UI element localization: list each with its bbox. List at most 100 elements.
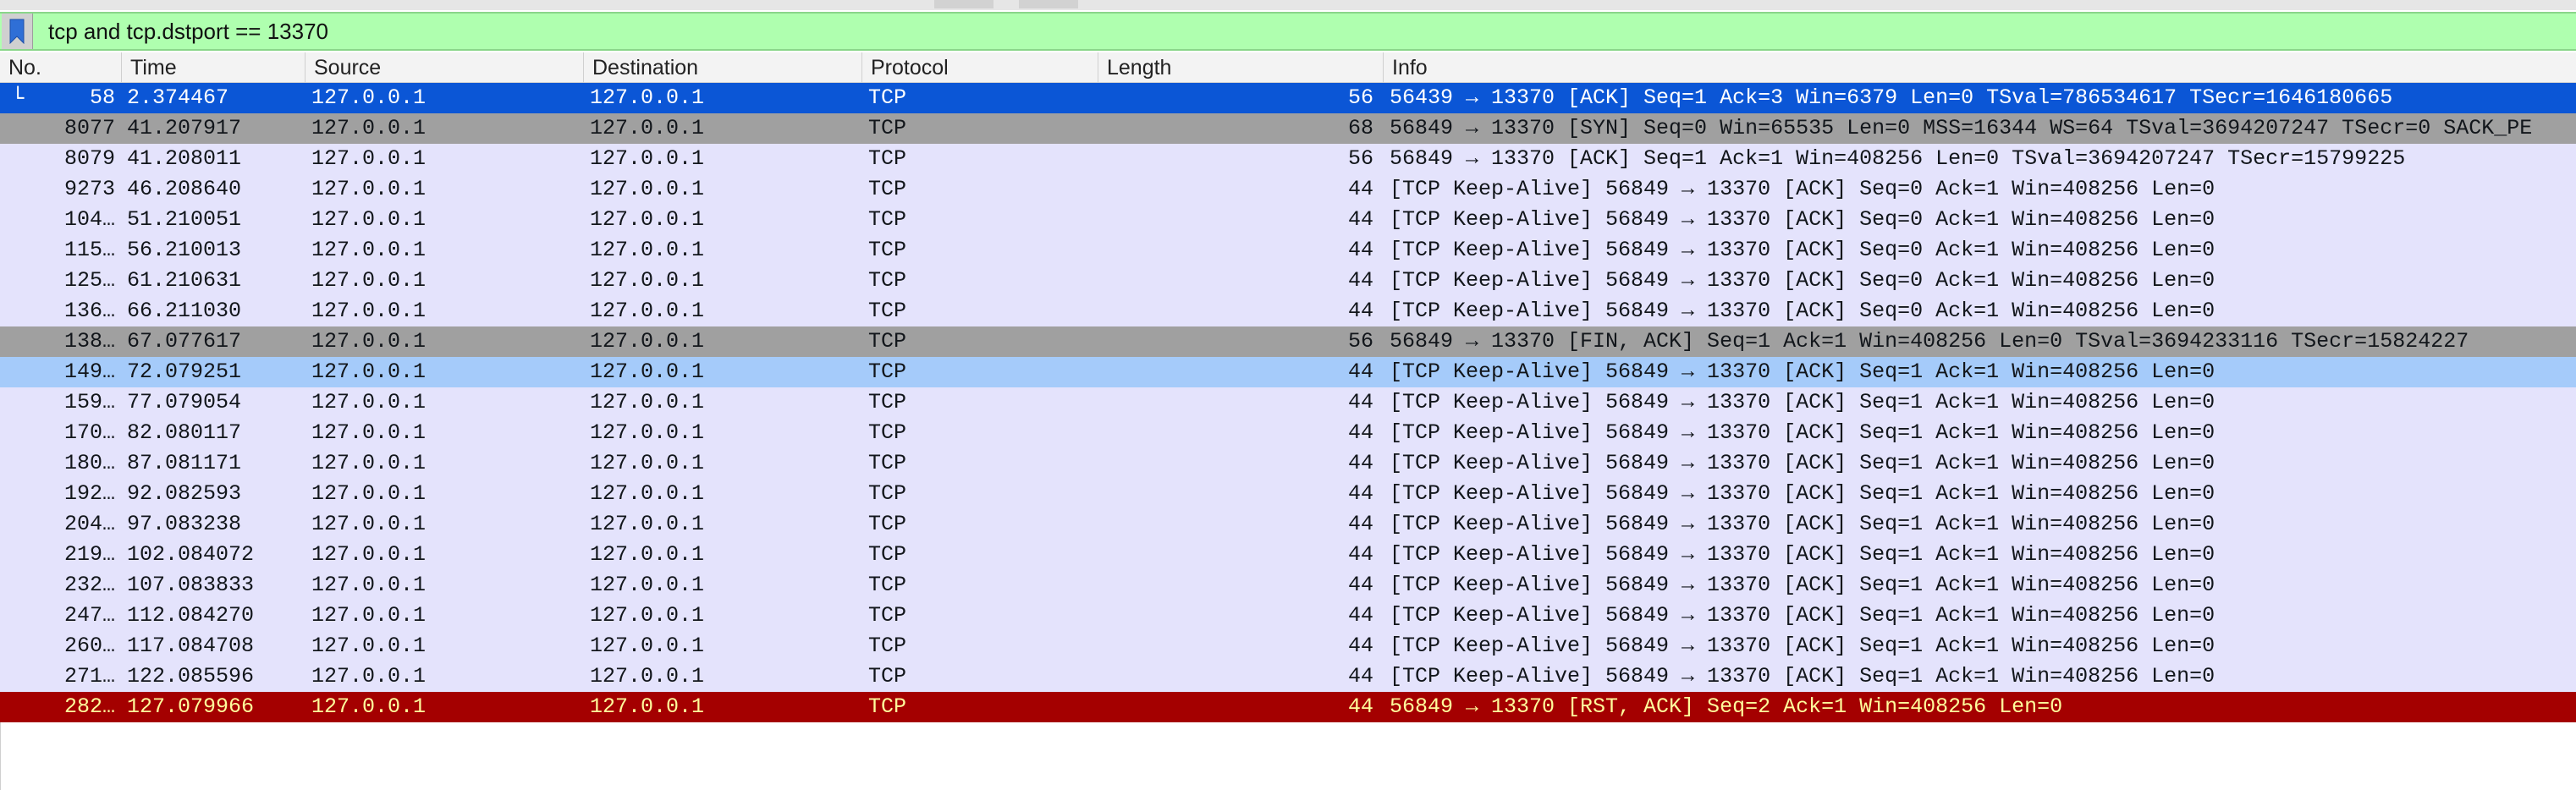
packet-source: 127.0.0.1	[311, 512, 427, 536]
packet-row[interactable]: 149… 72.079251 127.0.0.1 127.0.0.1 TCP 44 [TCP…	[0, 357, 2576, 387]
packet-number: 125…	[63, 268, 115, 293]
column-header-destination[interactable]: Destination	[583, 52, 861, 83]
packet-destination: 127.0.0.1	[590, 359, 705, 384]
packet-length: 44	[1347, 603, 1373, 628]
packet-source: 127.0.0.1	[311, 451, 427, 475]
packet-time: 66.211030	[127, 299, 242, 323]
packet-row[interactable]: 136… 66.211030 127.0.0.1 127.0.0.1 TCP 44 [TCP…	[0, 296, 2576, 326]
packet-destination: 127.0.0.1	[590, 268, 705, 293]
packet-destination: 127.0.0.1	[590, 542, 705, 567]
packet-row[interactable]: 232… 107.083833 127.0.0.1 127.0.0.1 TCP 44 [TC…	[0, 570, 2576, 601]
packet-protocol: TCP	[868, 512, 907, 536]
packet-row[interactable]: 219… 102.084072 127.0.0.1 127.0.0.1 TCP 44 [TC…	[0, 540, 2576, 570]
packet-protocol: TCP	[868, 481, 907, 506]
packet-row[interactable]: └ 58 2.374467 127.0.0.1 127.0.0.1 TCP 56 56439 …	[0, 83, 2576, 113]
packet-source: 127.0.0.1	[311, 207, 427, 232]
filter-bookmark-button[interactable]	[2, 14, 33, 49]
column-header-info[interactable]: Info	[1383, 52, 2576, 83]
packet-number: 192…	[63, 481, 115, 506]
packet-source: 127.0.0.1	[311, 481, 427, 506]
packet-time: 127.079966	[127, 694, 255, 719]
packet-number: 247…	[63, 603, 115, 628]
packet-row[interactable]: 180… 87.081171 127.0.0.1 127.0.0.1 TCP 44 [TCP…	[0, 448, 2576, 479]
packet-time: 51.210051	[127, 207, 242, 232]
packet-length: 44	[1347, 207, 1373, 232]
packet-row[interactable]: 8077 41.207917 127.0.0.1 127.0.0.1 TCP 68 5684…	[0, 113, 2576, 144]
packet-number: 104…	[63, 207, 115, 232]
packet-row[interactable]: 138… 67.077617 127.0.0.1 127.0.0.1 TCP 56 5684…	[0, 326, 2576, 357]
packet-length: 44	[1347, 268, 1373, 293]
packet-protocol: TCP	[868, 146, 907, 171]
packet-row[interactable]: 192… 92.082593 127.0.0.1 127.0.0.1 TCP 44 [TCP…	[0, 479, 2576, 509]
packet-source: 127.0.0.1	[311, 146, 427, 171]
packet-protocol: TCP	[868, 238, 907, 262]
packet-row[interactable]: 125… 61.210631 127.0.0.1 127.0.0.1 TCP 44 [TCP…	[0, 266, 2576, 296]
packet-protocol: TCP	[868, 329, 907, 354]
packet-destination: 127.0.0.1	[590, 299, 705, 323]
packet-row[interactable]: 159… 77.079054 127.0.0.1 127.0.0.1 TCP 44 [TCP…	[0, 387, 2576, 418]
packet-row[interactable]: 271… 122.085596 127.0.0.1 127.0.0.1 TCP 44 [TC…	[0, 661, 2576, 692]
packet-list: └ 58 2.374467 127.0.0.1 127.0.0.1 TCP 56 56439 …	[0, 83, 2576, 722]
packet-destination: 127.0.0.1	[590, 207, 705, 232]
column-header-source[interactable]: Source	[305, 52, 583, 83]
packet-time: 82.080117	[127, 420, 242, 445]
packet-time: 61.210631	[127, 268, 242, 293]
packet-number: 159…	[63, 390, 115, 414]
packet-info: [TCP Keep-Alive] 56849 → 13370 [ACK] Seq…	[1390, 420, 2215, 445]
packet-row[interactable]: 247… 112.084270 127.0.0.1 127.0.0.1 TCP 44 [TC…	[0, 601, 2576, 631]
packet-number: 260…	[63, 634, 115, 658]
packet-source: 127.0.0.1	[311, 664, 427, 689]
packet-row[interactable]: 282… 127.079966 127.0.0.1 127.0.0.1 TCP 44 568…	[0, 692, 2576, 722]
packet-source: 127.0.0.1	[311, 116, 427, 140]
packet-destination: 127.0.0.1	[590, 85, 705, 110]
packet-destination: 127.0.0.1	[590, 420, 705, 445]
packet-length: 56	[1347, 146, 1373, 171]
packet-info: [TCP Keep-Alive] 56849 → 13370 [ACK] Seq…	[1390, 177, 2215, 201]
packet-row[interactable]: 104… 51.210051 127.0.0.1 127.0.0.1 TCP 44 [TCP…	[0, 205, 2576, 235]
packet-source: 127.0.0.1	[311, 238, 427, 262]
packet-row[interactable]: 9273 46.208640 127.0.0.1 127.0.0.1 TCP 44 [TCP…	[0, 174, 2576, 205]
packet-length: 68	[1347, 116, 1373, 140]
packet-protocol: TCP	[868, 573, 907, 597]
packet-protocol: TCP	[868, 390, 907, 414]
packet-time: 72.079251	[127, 359, 242, 384]
packet-length: 44	[1347, 451, 1373, 475]
packet-source: 127.0.0.1	[311, 603, 427, 628]
packet-length: 44	[1347, 664, 1373, 689]
packet-length: 56	[1347, 329, 1373, 354]
packet-destination: 127.0.0.1	[590, 390, 705, 414]
column-header-length[interactable]: Length	[1098, 52, 1383, 83]
packet-time: 87.081171	[127, 451, 242, 475]
column-header-protocol[interactable]: Protocol	[861, 52, 1098, 83]
packet-time: 107.083833	[127, 573, 255, 597]
column-header-no[interactable]: No.	[0, 52, 121, 83]
packet-destination: 127.0.0.1	[590, 177, 705, 201]
packet-source: 127.0.0.1	[311, 85, 427, 110]
packet-info: 56849 → 13370 [ACK] Seq=1 Ack=1 Win=4082…	[1390, 146, 2406, 171]
packet-source: 127.0.0.1	[311, 542, 427, 567]
packet-length: 44	[1347, 177, 1373, 201]
packet-destination: 127.0.0.1	[590, 116, 705, 140]
packet-length: 44	[1347, 359, 1373, 384]
filter-input[interactable]: tcp and tcp.dstport == 13370	[48, 19, 328, 45]
packet-info: [TCP Keep-Alive] 56849 → 13370 [ACK] Seq…	[1390, 512, 2215, 536]
packet-time: 97.083238	[127, 512, 242, 536]
packet-source: 127.0.0.1	[311, 420, 427, 445]
packet-row[interactable]: 260… 117.084708 127.0.0.1 127.0.0.1 TCP 44 [TC…	[0, 631, 2576, 661]
packet-time: 56.210013	[127, 238, 242, 262]
packet-row[interactable]: 8079 41.208011 127.0.0.1 127.0.0.1 TCP 56 5684…	[0, 144, 2576, 174]
packet-time: 46.208640	[127, 177, 242, 201]
window-top-strip	[0, 0, 2576, 10]
packet-number: 204…	[63, 512, 115, 536]
packet-row[interactable]: 115… 56.210013 127.0.0.1 127.0.0.1 TCP 44 [TCP…	[0, 235, 2576, 266]
packet-info: [TCP Keep-Alive] 56849 → 13370 [ACK] Seq…	[1390, 634, 2215, 658]
packet-number: 232…	[63, 573, 115, 597]
packet-row[interactable]: 170… 82.080117 127.0.0.1 127.0.0.1 TCP 44 [TCP…	[0, 418, 2576, 448]
packet-length: 44	[1347, 238, 1373, 262]
column-header-time[interactable]: Time	[121, 52, 305, 83]
packet-protocol: TCP	[868, 694, 907, 719]
packet-time: 77.079054	[127, 390, 242, 414]
packet-row[interactable]: 204… 97.083238 127.0.0.1 127.0.0.1 TCP 44 [TCP…	[0, 509, 2576, 540]
display-filter-bar[interactable]: tcp and tcp.dstport == 13370	[0, 12, 2576, 51]
packet-protocol: TCP	[868, 207, 907, 232]
